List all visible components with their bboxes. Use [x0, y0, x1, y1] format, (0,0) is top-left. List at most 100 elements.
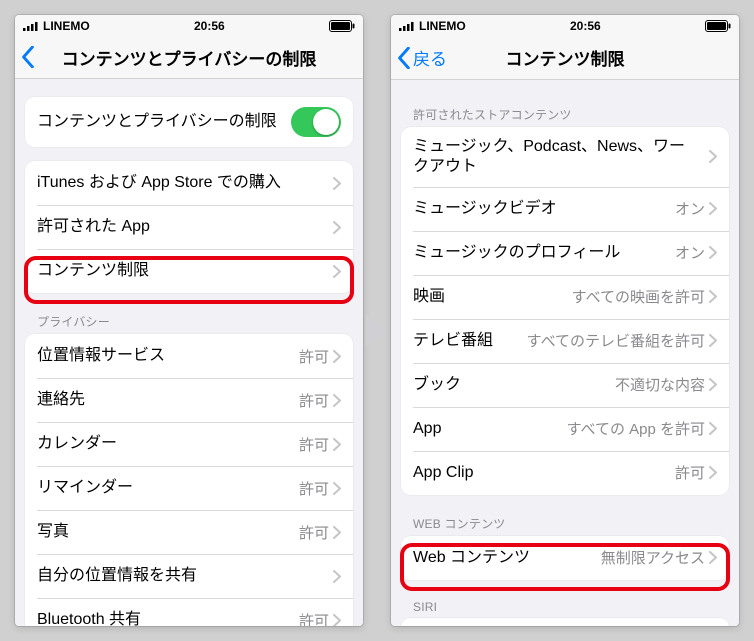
- chevron-right-icon: [333, 614, 341, 626]
- row-movies[interactable]: 映画 すべての映画を許可: [401, 275, 729, 319]
- group-siri-partial: [401, 618, 729, 626]
- row-detail: オン: [675, 242, 705, 263]
- row-share-my-location[interactable]: 自分の位置情報を共有: [25, 554, 353, 598]
- chevron-right-icon: [709, 551, 717, 564]
- row-label: 連絡先: [37, 390, 299, 410]
- carrier-label: LINEMO: [43, 19, 90, 33]
- chevron-right-icon: [709, 334, 717, 347]
- group-store: iTunes および App Store での購入 許可された App コンテン…: [25, 161, 353, 293]
- row-bluetooth-sharing[interactable]: Bluetooth 共有 許可: [25, 598, 353, 626]
- chevron-right-icon: [709, 466, 717, 479]
- phone-screen-left: LINEMO 20:56 コンテンツとプライバシーの制限 コンテンツとプライバシ…: [15, 15, 363, 626]
- arrow-right-icon: [362, 312, 390, 348]
- status-time: 20:56: [570, 19, 601, 33]
- chevron-right-icon: [333, 482, 341, 495]
- row-detail: 許可: [299, 522, 329, 543]
- chevron-right-icon: [333, 526, 341, 539]
- row-detail: 許可: [299, 434, 329, 455]
- phone-screen-right: LINEMO 20:56 戻る コンテンツ制限 許可されたストアコンテンツ ミュ…: [391, 15, 739, 626]
- chevron-right-icon: [709, 422, 717, 435]
- signal-icon: [399, 21, 415, 31]
- row-detail: 不適切な内容: [615, 374, 705, 395]
- row-label: コンテンツとプライバシーの制限: [37, 112, 291, 132]
- chevron-right-icon: [709, 378, 717, 391]
- group-store-content: ミュージック、Podcast、News、ワークアウト ミュージックビデオ オン …: [401, 127, 729, 495]
- chevron-right-icon: [709, 202, 717, 215]
- row-contacts[interactable]: 連絡先 許可: [25, 378, 353, 422]
- nav-bar: コンテンツとプライバシーの制限: [15, 36, 363, 79]
- back-label: 戻る: [413, 45, 447, 70]
- row-itunes-appstore[interactable]: iTunes および App Store での購入: [25, 161, 353, 205]
- row-label: テレビ番組: [413, 331, 527, 351]
- row-detail: すべての App を許可: [567, 418, 705, 439]
- page-title: コンテンツとプライバシーの制限: [15, 45, 363, 70]
- chevron-right-icon: [333, 265, 341, 278]
- row-detail: 許可: [299, 390, 329, 411]
- row-label: カレンダー: [37, 434, 299, 454]
- status-bar: LINEMO 20:56: [15, 15, 363, 36]
- scroll-area[interactable]: 許可されたストアコンテンツ ミュージック、Podcast、News、ワークアウト…: [391, 80, 739, 626]
- nav-bar: 戻る コンテンツ制限: [391, 37, 739, 80]
- scroll-area[interactable]: コンテンツとプライバシーの制限 iTunes および App Store での購…: [15, 79, 363, 626]
- row-detail: オン: [675, 198, 705, 219]
- row-books[interactable]: ブック 不適切な内容: [401, 363, 729, 407]
- row-label: 写真: [37, 522, 299, 542]
- battery-icon: [705, 20, 731, 32]
- chevron-right-icon: [709, 150, 717, 163]
- row-calendar[interactable]: カレンダー 許可: [25, 422, 353, 466]
- row-label: Web コンテンツ: [413, 548, 601, 568]
- chevron-right-icon: [709, 290, 717, 303]
- row-label: App: [413, 419, 567, 439]
- row-allowed-apps[interactable]: 許可された App: [25, 205, 353, 249]
- chevron-right-icon: [333, 177, 341, 190]
- row-detail: 許可: [675, 462, 705, 483]
- signal-icon: [23, 21, 39, 31]
- row-label: App Clip: [413, 463, 675, 483]
- row-location-services[interactable]: 位置情報サービス 許可: [25, 334, 353, 378]
- row-label: コンテンツ制限: [37, 261, 333, 281]
- row-label: Bluetooth 共有: [37, 610, 299, 626]
- row-web-content[interactable]: Web コンテンツ 無制限アクセス: [401, 536, 729, 580]
- row-label: 自分の位置情報を共有: [37, 566, 329, 586]
- battery-icon: [329, 20, 355, 32]
- group-toggle: コンテンツとプライバシーの制限: [25, 97, 353, 147]
- row-detail: すべての映画を許可: [572, 286, 705, 307]
- row-reminders[interactable]: リマインダー 許可: [25, 466, 353, 510]
- chevron-right-icon: [333, 350, 341, 363]
- row-label: iTunes および App Store での購入: [37, 173, 333, 193]
- row-photos[interactable]: 写真 許可: [25, 510, 353, 554]
- row-detail: 許可: [299, 346, 329, 367]
- row-master-toggle[interactable]: コンテンツとプライバシーの制限: [25, 97, 353, 147]
- chevron-right-icon: [333, 394, 341, 407]
- row-label: ミュージックのプロフィール: [413, 243, 675, 263]
- row-app[interactable]: App すべての App を許可: [401, 407, 729, 451]
- row-label: ブック: [413, 375, 615, 395]
- row-music-profile[interactable]: ミュージックのプロフィール オン: [401, 231, 729, 275]
- group-privacy: 位置情報サービス 許可 連絡先 許可 カレンダー 許可 リマインダー 許可: [25, 334, 353, 626]
- row-app-clip[interactable]: App Clip 許可: [401, 451, 729, 495]
- toggle-switch-on[interactable]: [291, 107, 341, 137]
- group-web: Web コンテンツ 無制限アクセス: [401, 536, 729, 580]
- row-label: 位置情報サービス: [37, 346, 299, 366]
- chevron-right-icon: [333, 221, 341, 234]
- row-label: 映画: [413, 287, 572, 307]
- row-detail: 許可: [299, 478, 329, 499]
- row-label: 許可された App: [37, 217, 333, 237]
- row-music-video[interactable]: ミュージックビデオ オン: [401, 187, 729, 231]
- back-button[interactable]: 戻る: [397, 45, 447, 70]
- row-label: ミュージックビデオ: [413, 199, 675, 219]
- section-header-privacy: プライバシー: [37, 313, 341, 330]
- section-header-siri: SIRI: [413, 600, 717, 614]
- section-header-web: WEB コンテンツ: [413, 515, 717, 532]
- row-detail: 無制限アクセス: [601, 547, 705, 568]
- row-music-podcast-news-workout[interactable]: ミュージック、Podcast、News、ワークアウト: [401, 127, 729, 187]
- chevron-right-icon: [333, 570, 341, 583]
- row-label: リマインダー: [37, 478, 299, 498]
- row-tv[interactable]: テレビ番組 すべてのテレビ番組を許可: [401, 319, 729, 363]
- row-label: ミュージック、Podcast、News、ワークアウト: [413, 137, 709, 177]
- chevron-right-icon: [333, 438, 341, 451]
- row-content-restrictions[interactable]: コンテンツ制限: [25, 249, 353, 293]
- back-button[interactable]: [21, 46, 35, 68]
- chevron-right-icon: [709, 246, 717, 259]
- carrier-label: LINEMO: [419, 19, 466, 33]
